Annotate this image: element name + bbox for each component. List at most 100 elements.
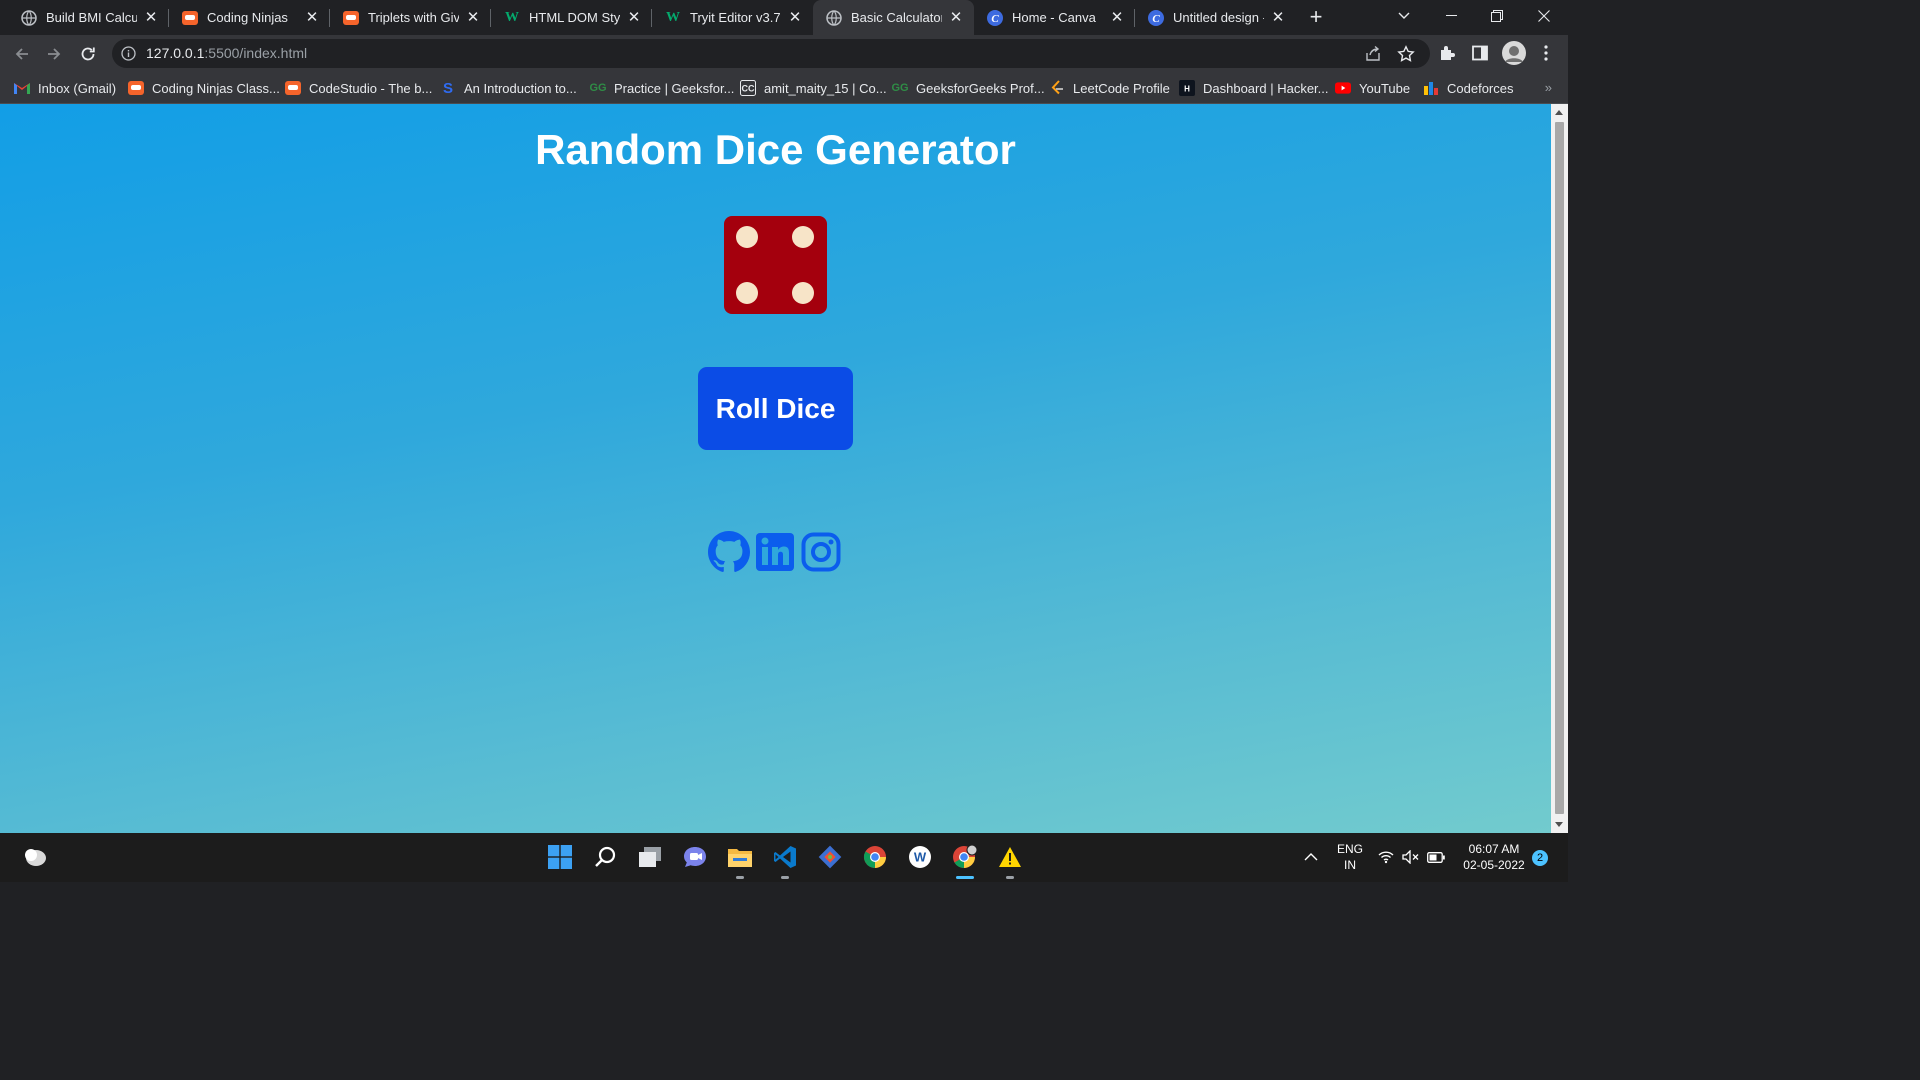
globe-icon	[826, 9, 842, 26]
close-window-button[interactable]	[1521, 0, 1567, 32]
instagram-icon[interactable]	[800, 531, 842, 573]
site-info-icon[interactable]	[121, 46, 136, 61]
file-explorer-icon[interactable]	[725, 842, 755, 879]
restore-button[interactable]	[1474, 0, 1520, 32]
tab-title: Build BMI Calcula	[46, 10, 137, 25]
reload-button[interactable]	[74, 40, 102, 68]
svg-text:C: C	[1152, 13, 1160, 25]
close-icon[interactable]: ✕	[143, 9, 159, 26]
chrome-icon[interactable]	[860, 842, 890, 872]
tab-home-canva[interactable]: C Home - Canva ✕	[974, 0, 1135, 35]
minimize-button[interactable]	[1428, 0, 1474, 32]
bookmark-gmail[interactable]: Inbox (Gmail)	[14, 79, 116, 97]
tab-tryit-editor[interactable]: W Tryit Editor v3.7 ✕	[652, 0, 813, 35]
tab-triplets[interactable]: Triplets with Give ✕	[330, 0, 491, 35]
bookmark-codechef[interactable]: CC amit_maity_15 | Co...	[740, 79, 887, 97]
linkedin-icon[interactable]	[754, 531, 796, 573]
bookmark-label: YouTube	[1359, 80, 1411, 96]
bookmark-label: Inbox (Gmail)	[38, 80, 117, 96]
search-icon[interactable]	[590, 842, 620, 872]
codeforces-icon	[1423, 80, 1439, 96]
bookmark-label: LeetCode Profile	[1073, 80, 1170, 96]
bookmarks-overflow-button[interactable]: »	[1545, 80, 1552, 95]
dice-pip	[736, 226, 758, 248]
s-icon: S	[442, 79, 453, 97]
bookmark-codestudio[interactable]: CodeStudio - The b...	[285, 79, 432, 97]
forward-button[interactable]	[40, 40, 68, 68]
bookmark-gfg-profile[interactable]: GG GeeksforGeeks Prof...	[891, 79, 1045, 97]
bookmark-codeforces[interactable]: Codeforces	[1423, 79, 1513, 97]
chevron-up-icon[interactable]	[1296, 842, 1326, 872]
bookmark-coding-ninjas-class[interactable]: Coding Ninjas Class...	[128, 79, 280, 97]
close-icon[interactable]: ✕	[948, 9, 964, 26]
close-icon[interactable]: ✕	[626, 9, 642, 26]
vscode-icon[interactable]	[770, 842, 800, 879]
bookmark-label: CodeStudio - The b...	[309, 80, 433, 96]
page-scrollbar[interactable]	[1551, 104, 1568, 833]
profile-avatar[interactable]	[1501, 40, 1527, 66]
task-view-icon[interactable]	[635, 842, 665, 872]
scroll-down-arrow-icon[interactable]	[1555, 822, 1563, 827]
close-icon[interactable]: ✕	[1270, 9, 1286, 26]
tab-search-chevron-icon[interactable]	[1381, 0, 1427, 32]
browser-toolbar: 127.0.0.1:5500/index.html	[0, 35, 1568, 72]
word-icon[interactable]: W	[905, 842, 935, 872]
close-icon[interactable]: ✕	[787, 9, 803, 26]
wifi-icon[interactable]	[1374, 842, 1398, 872]
running-indicator	[736, 876, 744, 879]
close-icon[interactable]: ✕	[304, 9, 320, 26]
roll-dice-button[interactable]: Roll Dice	[698, 367, 853, 450]
kebab-menu-icon[interactable]	[1535, 42, 1557, 64]
battery-icon[interactable]	[1424, 842, 1448, 872]
new-tab-button[interactable]: +	[1304, 4, 1328, 30]
clock[interactable]: 06:07 AM 02-05-2022	[1455, 842, 1533, 872]
close-icon[interactable]: ✕	[465, 9, 481, 26]
bookmark-gfg-practice[interactable]: GG Practice | Geeksfor...	[589, 79, 734, 97]
back-button[interactable]	[8, 40, 36, 68]
bookmark-label: Dashboard | Hacker...	[1203, 80, 1329, 96]
git-icon[interactable]	[815, 842, 845, 872]
bookmark-leetcode[interactable]: LeetCode Profile	[1049, 79, 1170, 97]
address-bar[interactable]: 127.0.0.1:5500/index.html	[112, 39, 1430, 68]
dice-pip	[736, 282, 758, 304]
weather-icon[interactable]	[20, 842, 50, 872]
tab-untitled-design[interactable]: C Untitled design - ✕	[1135, 0, 1296, 35]
bookmark-youtube[interactable]: YouTube	[1335, 79, 1410, 97]
notification-badge[interactable]: 2	[1532, 850, 1548, 866]
svg-text:CC: CC	[742, 84, 755, 94]
teams-chat-icon[interactable]	[680, 842, 710, 872]
volume-muted-icon[interactable]	[1399, 842, 1423, 872]
warning-icon[interactable]	[995, 842, 1025, 879]
svg-text:W: W	[914, 850, 927, 865]
bookmark-label: GeeksforGeeks Prof...	[916, 80, 1045, 96]
tab-build-bmi[interactable]: Build BMI Calcula ✕	[8, 0, 169, 35]
star-icon[interactable]	[1397, 45, 1415, 63]
language-code: ENG	[1336, 842, 1363, 856]
extensions-icon[interactable]	[1436, 42, 1458, 64]
canva-icon: C	[1148, 9, 1164, 26]
w3schools-icon: W	[505, 9, 519, 25]
tab-coding-ninjas[interactable]: Coding Ninjas ✕	[169, 0, 330, 35]
chrome-profile-icon[interactable]	[950, 842, 980, 879]
coding-ninjas-icon	[182, 10, 198, 26]
close-icon[interactable]: ✕	[1109, 9, 1125, 26]
language-indicator[interactable]: ENG IN	[1333, 842, 1367, 872]
running-indicator	[781, 876, 789, 879]
windows-start-icon[interactable]	[545, 842, 575, 872]
bookmark-hackerrank[interactable]: H Dashboard | Hacker...	[1179, 79, 1329, 97]
hackerrank-icon: H	[1179, 80, 1195, 96]
youtube-icon	[1335, 80, 1351, 96]
tab-basic-calculator[interactable]: Basic Calculator ✕	[813, 0, 974, 35]
bookmark-label: amit_maity_15 | Co...	[764, 80, 887, 96]
tab-html-dom-style[interactable]: W HTML DOM Style ✕	[491, 0, 652, 35]
github-icon[interactable]	[708, 531, 750, 573]
share-icon[interactable]	[1364, 45, 1382, 63]
side-panel-icon[interactable]	[1469, 42, 1491, 64]
tab-title: Home - Canva	[1012, 10, 1096, 25]
scrollbar-thumb[interactable]	[1555, 122, 1564, 814]
scroll-up-arrow-icon[interactable]	[1555, 110, 1563, 115]
tab-title: HTML DOM Style	[529, 10, 620, 25]
running-indicator	[1006, 876, 1014, 879]
tab-strip: Build BMI Calcula ✕ Coding Ninjas ✕ Trip…	[0, 0, 1568, 35]
bookmark-introduction[interactable]: S An Introduction to...	[440, 79, 577, 97]
